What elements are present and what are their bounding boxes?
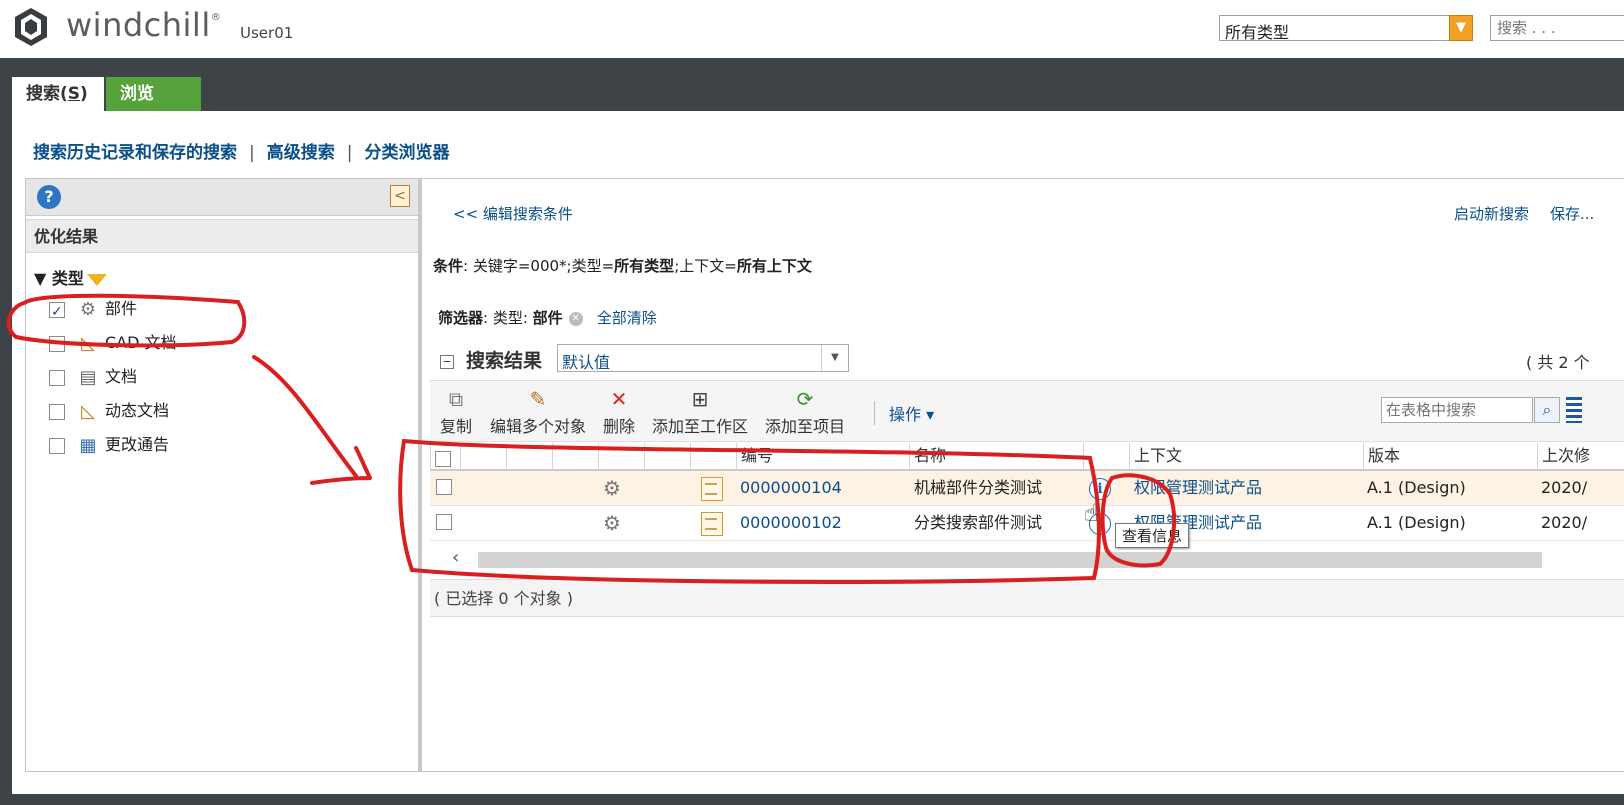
dynamic-document-icon: ◺	[81, 400, 95, 422]
select-all-checkbox[interactable]	[435, 450, 451, 467]
tooltip: 查看信息	[1115, 523, 1190, 548]
type-checkbox[interactable]	[49, 403, 65, 420]
hand-cursor-icon: ☝	[1084, 499, 1099, 527]
change-notice-icon: ▦	[79, 434, 97, 456]
column-number[interactable]: 编号	[736, 443, 909, 469]
type-checkbox[interactable]	[49, 335, 65, 352]
brand-name: windchill®	[66, 6, 222, 44]
info-icon[interactable]: i	[1089, 478, 1111, 500]
search-links: 搜索历史记录和保存的搜索 | 高级搜索 | 分类浏览器	[33, 143, 450, 163]
type-checkbox[interactable]	[49, 369, 65, 386]
remove-filter-icon[interactable]: ✕	[568, 311, 583, 326]
context-link[interactable]: 权限管理测试产品	[1134, 471, 1262, 505]
refine-results-title: 优化结果	[26, 219, 418, 253]
global-search-input[interactable]	[1490, 15, 1624, 41]
type-checkbox[interactable]	[49, 299, 65, 325]
table-search-input[interactable]	[1381, 397, 1533, 423]
collapse-panel-icon[interactable]: <	[390, 185, 410, 207]
delete-icon: ✕	[610, 387, 628, 411]
type-select[interactable]: 所有类型 ▼	[1219, 15, 1473, 42]
new-search-link[interactable]: 启动新搜索	[1454, 203, 1529, 224]
save-search-link[interactable]: 保存...	[1550, 203, 1594, 224]
current-user[interactable]: User01	[240, 24, 293, 42]
column-context[interactable]: 上下文	[1129, 443, 1363, 469]
type-option-dynamic-document[interactable]: ◺ 动态文档	[49, 398, 169, 424]
type-option-change-notice[interactable]: ▦ 更改通告	[49, 432, 169, 458]
edit-criteria-link[interactable]: << 编辑搜索条件	[453, 203, 573, 224]
type-option-document[interactable]: ▤ 文档	[49, 364, 137, 390]
search-content: ? < 优化结果 ▼ 类型 ⚙部件 ◺CAD 文档 ▤文档 ◺动态文档 ▦更改通…	[25, 178, 1624, 772]
results-toolbar: ⧉复制 ✎编辑多个对象 ✕删除 ⊞添加至工作区 ⟳添加至项目 操作 ▾ ⌕	[430, 380, 1624, 442]
actions-menu[interactable]: 操作 ▾	[874, 401, 934, 425]
edit-icon: ✎	[529, 387, 547, 411]
scrollbar-thumb[interactable]	[478, 552, 1542, 568]
refine-panel-header: ? <	[26, 179, 418, 216]
filter-icon	[86, 273, 107, 286]
selection-status: ( 已选择 0 个对象 )	[430, 579, 1624, 617]
search-history-link[interactable]: 搜索历史记录和保存的搜索	[33, 143, 237, 163]
active-filters: 筛选器: 类型: 部件 ✕ 全部清除	[438, 309, 657, 327]
windchill-logo-icon	[15, 8, 47, 46]
gear-icon: ⚙	[603, 511, 621, 535]
document-icon: ▤	[79, 366, 97, 388]
row-checkbox[interactable]	[436, 479, 452, 495]
copy-button[interactable]: ⧉ 复制	[440, 385, 472, 437]
version-value: A.1 (Design)	[1367, 478, 1466, 497]
results-title: − 搜索结果	[440, 346, 542, 373]
type-checkbox[interactable]	[49, 437, 65, 454]
tab-browse[interactable]: 浏览(W)	[106, 77, 201, 138]
chevron-left-icon[interactable]: ‹	[452, 547, 459, 568]
row-checkbox[interactable]	[436, 514, 452, 530]
table-view-select[interactable]: 默认值 ▼	[557, 344, 849, 372]
last-modified-value: 2020/	[1541, 513, 1588, 532]
type-select-value: 所有类型	[1225, 23, 1290, 42]
table-row[interactable]: ⚙ 0000000102 分类搜索部件测试 i 权限管理测试产品 A.1 (De…	[430, 506, 1624, 541]
edit-multiple-button[interactable]: ✎ 编辑多个对象	[490, 385, 586, 437]
version-value: A.1 (Design)	[1367, 513, 1466, 532]
part-name: 机械部件分类测试	[914, 478, 1043, 497]
panel-splitter[interactable]	[418, 179, 422, 771]
column-name[interactable]: 名称	[909, 443, 1083, 469]
classification-browser-link[interactable]: 分类浏览器	[364, 143, 449, 163]
type-option-part[interactable]: ⚙部件	[49, 296, 137, 325]
add-to-workspace-button[interactable]: ⊞ 添加至工作区	[652, 385, 748, 437]
refine-panel: ? < 优化结果 ▼ 类型 ⚙部件 ◺CAD 文档 ▤文档 ◺动态文档 ▦更改通…	[26, 179, 418, 771]
advanced-search-link[interactable]: 高级搜索	[267, 143, 335, 163]
search-conditions: 条件: 关键字=000*;类型=所有类型;上下文=所有上下文	[433, 257, 812, 275]
copy-icon: ⧉	[448, 387, 464, 411]
results-panel: << 编辑搜索条件 启动新搜索 保存... 条件: 关键字=000*;类型=所有…	[430, 179, 1624, 771]
part-number-link[interactable]: 0000000104	[740, 471, 842, 505]
chevron-down-icon[interactable]: ▼	[1449, 15, 1473, 41]
search-icon[interactable]: ⌕	[1534, 397, 1560, 423]
clear-all-link[interactable]: 全部清除	[597, 309, 657, 327]
collapse-results-icon[interactable]: −	[440, 354, 454, 369]
result-count: ( 共 2 个	[1526, 353, 1590, 372]
column-last-modified[interactable]: 上次修	[1537, 443, 1624, 469]
part-name: 分类搜索部件测试	[914, 513, 1043, 532]
column-version[interactable]: 版本	[1363, 443, 1537, 469]
project-icon: ⟳	[796, 387, 814, 411]
horizontal-scrollbar[interactable]: ‹	[430, 547, 1624, 571]
part-details-icon[interactable]	[701, 511, 723, 536]
delete-button[interactable]: ✕ 删除	[603, 385, 635, 437]
last-modified-value: 2020/	[1541, 478, 1588, 497]
cad-triangle-icon: ◺	[81, 332, 95, 354]
app-header: windchill® User01 所有类型 ▼	[0, 0, 1624, 58]
tab-search[interactable]: 搜索(S)	[12, 77, 104, 111]
select-all-column	[430, 443, 460, 469]
chevron-down-icon[interactable]: ▼	[821, 345, 848, 371]
part-number-link[interactable]: 0000000102	[740, 506, 842, 540]
table-row[interactable]: ⚙ 0000000104 机械部件分类测试 i 权限管理测试产品 A.1 (De…	[430, 471, 1624, 506]
help-icon[interactable]: ?	[37, 185, 61, 209]
workspace-icon: ⊞	[691, 387, 709, 411]
add-to-project-button[interactable]: ⟳ 添加至项目	[765, 385, 845, 437]
gear-icon: ⚙	[79, 298, 97, 320]
type-option-cad[interactable]: ◺ CAD 文档	[49, 330, 177, 356]
gear-icon: ⚙	[603, 476, 621, 500]
table-view-icon[interactable]	[1566, 397, 1582, 423]
part-details-icon[interactable]	[701, 476, 723, 501]
main-panel: 搜索历史记录和保存的搜索|高级搜索|分类浏览器 ? < 优化结果 ▼ 类型 ⚙部…	[12, 111, 1624, 794]
table-header: 编号 名称 上下文 版本 上次修	[430, 443, 1624, 471]
type-facet-heading[interactable]: ▼ 类型	[34, 265, 107, 289]
